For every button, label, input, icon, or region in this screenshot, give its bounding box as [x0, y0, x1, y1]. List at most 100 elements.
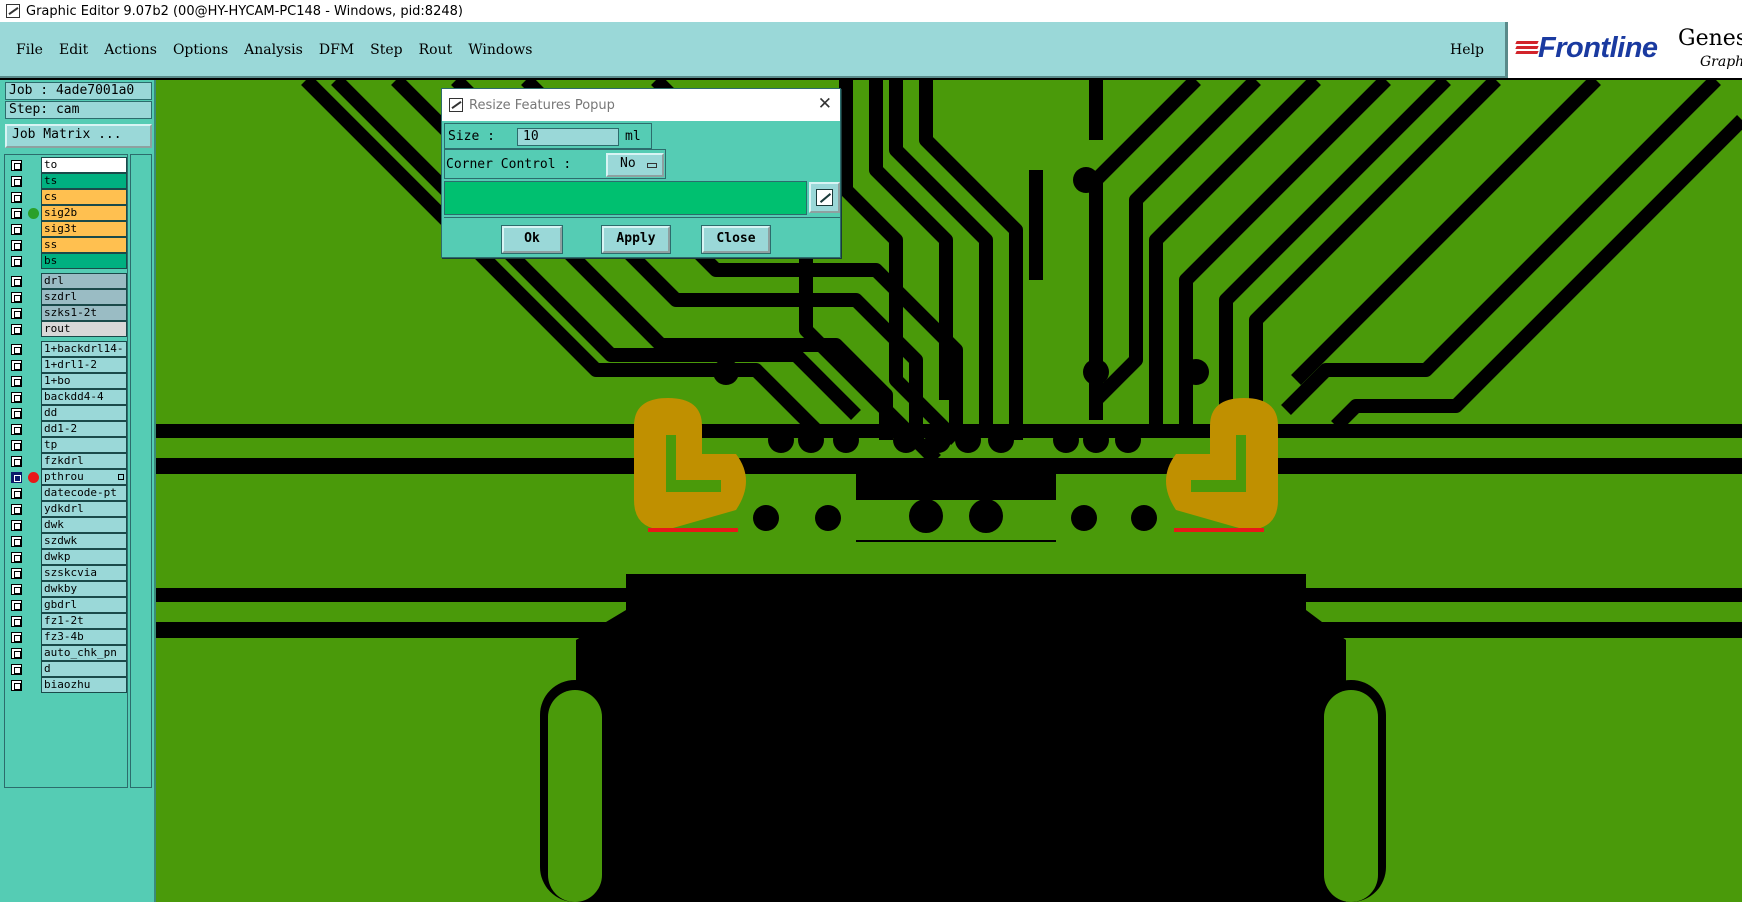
ok-button[interactable]: Ok — [501, 225, 563, 254]
layer-name[interactable]: rout — [41, 321, 127, 337]
layer-name[interactable]: 1+bo — [41, 373, 127, 389]
layer-row[interactable]: 1+bo — [5, 373, 127, 389]
layer-checkbox[interactable] — [11, 360, 22, 371]
dialog-close-icon[interactable]: ✕ — [818, 95, 832, 113]
layer-row[interactable]: rout — [5, 321, 127, 337]
layer-checkbox[interactable] — [11, 408, 22, 419]
job-matrix-button[interactable]: Job Matrix ... — [5, 124, 152, 148]
layer-row[interactable]: bs — [5, 253, 127, 269]
layer-row[interactable]: szks1-2t — [5, 305, 127, 321]
layer-row[interactable]: dwkby — [5, 581, 127, 597]
layer-name[interactable]: dwkby — [41, 581, 127, 597]
layer-name[interactable]: pthrou — [41, 469, 127, 485]
layer-checkbox[interactable] — [11, 256, 22, 267]
layer-name[interactable]: szks1-2t — [41, 305, 127, 321]
layer-row[interactable]: ydkdrl — [5, 501, 127, 517]
layer-name[interactable]: szskcvia — [41, 565, 127, 581]
menu-actions[interactable]: Actions — [96, 42, 165, 58]
layer-name[interactable]: drl — [41, 273, 127, 289]
layer-checkbox[interactable] — [11, 392, 22, 403]
size-input[interactable]: 10 — [517, 128, 619, 146]
layer-row[interactable]: fz3-4b — [5, 629, 127, 645]
layer-name[interactable]: szdwk — [41, 533, 127, 549]
layer-row[interactable]: fz1-2t — [5, 613, 127, 629]
layer-row[interactable]: dwkp — [5, 549, 127, 565]
layer-checkbox[interactable] — [11, 536, 22, 547]
layer-name[interactable]: tp — [41, 437, 127, 453]
layer-row[interactable]: backdd4-4 — [5, 389, 127, 405]
layer-row[interactable]: 1+backdrl14- — [5, 341, 127, 357]
layer-name[interactable]: fzkdrl — [41, 453, 127, 469]
layer-name[interactable]: bs — [41, 253, 127, 269]
apply-button[interactable]: Apply — [601, 225, 671, 254]
layer-checkbox[interactable] — [11, 472, 22, 483]
layer-checkbox[interactable] — [11, 176, 22, 187]
layer-row[interactable]: dd1-2 — [5, 421, 127, 437]
menu-analysis[interactable]: Analysis — [236, 42, 311, 58]
layer-checkbox[interactable] — [11, 160, 22, 171]
layer-checkbox[interactable] — [11, 276, 22, 287]
layer-checkbox[interactable] — [11, 600, 22, 611]
layer-checkbox[interactable] — [11, 568, 22, 579]
layer-checkbox[interactable] — [11, 616, 22, 627]
layer-name[interactable]: ydkdrl — [41, 501, 127, 517]
menu-file[interactable]: File — [8, 42, 51, 58]
layer-checkbox[interactable] — [11, 664, 22, 675]
layer-checkbox[interactable] — [11, 224, 22, 235]
layer-checkbox[interactable] — [11, 424, 22, 435]
layer-row[interactable]: datecode-pt — [5, 485, 127, 501]
layer-checkbox[interactable] — [11, 680, 22, 691]
layer-row[interactable]: dd — [5, 405, 127, 421]
layer-name[interactable]: dd — [41, 405, 127, 421]
layer-row[interactable]: tp — [5, 437, 127, 453]
layer-row[interactable]: drl — [5, 273, 127, 289]
layer-name[interactable]: dd1-2 — [41, 421, 127, 437]
corner-control-select[interactable]: No — [606, 153, 664, 177]
layer-name[interactable]: cs — [41, 189, 127, 205]
layer-checkbox[interactable] — [11, 292, 22, 303]
menu-windows[interactable]: Windows — [460, 42, 540, 58]
layer-row[interactable]: szdrl — [5, 289, 127, 305]
layer-name[interactable]: sig2b — [41, 205, 127, 221]
layer-row[interactable]: d — [5, 661, 127, 677]
layer-checkbox[interactable] — [11, 324, 22, 335]
layer-name[interactable]: to — [41, 157, 127, 173]
layer-row[interactable]: ts — [5, 173, 127, 189]
menu-help[interactable]: Help — [1450, 22, 1484, 78]
layer-checkbox[interactable] — [11, 584, 22, 595]
layer-checkbox[interactable] — [11, 504, 22, 515]
graphics-canvas[interactable] — [156, 80, 1742, 902]
layer-checkbox[interactable] — [11, 240, 22, 251]
layer-name[interactable]: 1+drl1-2 — [41, 357, 127, 373]
layer-row[interactable]: sig2b — [5, 205, 127, 221]
layer-checkbox[interactable] — [11, 192, 22, 203]
menu-rout[interactable]: Rout — [411, 42, 461, 58]
layer-row[interactable]: fzkdrl — [5, 453, 127, 469]
pcb-view[interactable] — [156, 80, 1742, 902]
layer-row[interactable]: dwk — [5, 517, 127, 533]
layer-row[interactable]: szdwk — [5, 533, 127, 549]
layer-checkbox[interactable] — [11, 632, 22, 643]
layer-name[interactable]: fz1-2t — [41, 613, 127, 629]
menu-step[interactable]: Step — [362, 42, 410, 58]
layer-name[interactable]: datecode-pt — [41, 485, 127, 501]
layer-checkbox[interactable] — [11, 440, 22, 451]
layer-name[interactable]: gbdrl — [41, 597, 127, 613]
pick-feature-button[interactable] — [809, 182, 840, 213]
layer-row[interactable]: ss — [5, 237, 127, 253]
layer-checkbox[interactable] — [11, 344, 22, 355]
layer-list-scrollbar[interactable] — [130, 154, 152, 788]
menu-options[interactable]: Options — [165, 42, 236, 58]
layer-row[interactable]: 1+drl1-2 — [5, 357, 127, 373]
layer-row[interactable]: cs — [5, 189, 127, 205]
layer-name[interactable]: ss — [41, 237, 127, 253]
layer-name[interactable]: sig3t — [41, 221, 127, 237]
layer-row[interactable]: auto_chk_pn — [5, 645, 127, 661]
layer-name[interactable]: d — [41, 661, 127, 677]
layer-row[interactable]: to — [5, 157, 127, 173]
layer-name[interactable]: ts — [41, 173, 127, 189]
layer-checkbox[interactable] — [11, 208, 22, 219]
layer-row[interactable]: sig3t — [5, 221, 127, 237]
layer-row[interactable]: gbdrl — [5, 597, 127, 613]
layer-checkbox[interactable] — [11, 308, 22, 319]
